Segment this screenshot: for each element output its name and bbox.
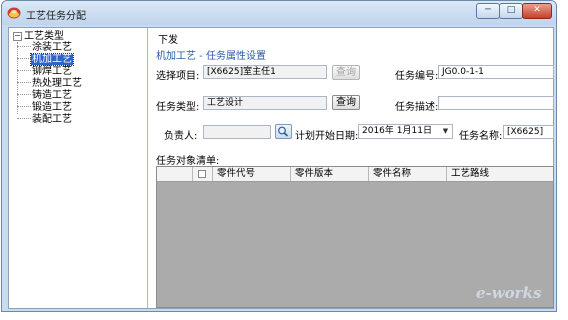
grid-header: 零件代号 零件版本 零件名称 工艺路线 [157, 167, 553, 182]
app-icon [7, 7, 21, 19]
tree-item-assembly[interactable]: 装配工艺 [17, 114, 73, 126]
task-panel: 下发 机加工艺 - 任务属性设置 选择项目: [X6625]室主任1 查询 任务… [148, 28, 554, 308]
minimize-button[interactable]: ─ [476, 3, 500, 19]
task-name-label: 任务名称: [459, 131, 503, 142]
task-type-field[interactable]: 工艺设计 [203, 96, 327, 110]
task-name-field[interactable]: [X6625] [503, 125, 554, 139]
column-part-version[interactable]: 零件版本 [291, 167, 369, 181]
task-no-field[interactable]: JG0.0-1-1 [438, 65, 554, 79]
tree-item-machining[interactable]: 机加工艺 [17, 53, 74, 66]
tree-item-label: 机加工艺 [30, 53, 74, 66]
task-type-label: 任务类型: [156, 102, 200, 113]
select-item-label: 选择项目: [156, 71, 200, 82]
section-title: 机加工艺 - 任务属性设置 [156, 51, 266, 62]
select-owner-button[interactable] [275, 124, 292, 139]
window-title: 工艺任务分配 [26, 11, 86, 22]
task-desc-label: 任务描述: [395, 102, 439, 113]
select-all-checkbox[interactable] [198, 170, 206, 178]
collapse-icon[interactable]: − [13, 32, 22, 41]
process-type-tree: − 工艺类型 涂装工艺 机加工艺 铆焊工艺 热处理工艺 铸造工艺 锻造工艺 装配工… [9, 28, 148, 308]
column-part-code[interactable]: 零件代号 [213, 167, 291, 181]
column-process-route[interactable]: 工艺路线 [447, 167, 553, 181]
query-type-button[interactable]: 查询 [332, 95, 360, 110]
tree-item-label: 装配工艺 [32, 114, 72, 125]
maximize-button[interactable]: □ [499, 3, 523, 19]
main-window: 工艺任务分配 ─ □ ✕ − 工艺类型 涂装工艺 机加工艺 铆焊工艺 热处理工艺 … [1, 0, 557, 312]
tree-item-forging[interactable]: 锻造工艺 [17, 102, 73, 114]
tree-item-label: 涂装工艺 [32, 42, 72, 53]
tree-item-label: 锻造工艺 [32, 102, 72, 113]
tree-root-label: 工艺类型 [24, 31, 64, 42]
tree-item-casting[interactable]: 铸造工艺 [17, 90, 73, 102]
task-desc-field[interactable] [438, 96, 554, 110]
tree-item-welding[interactable]: 铆焊工艺 [17, 66, 73, 78]
plan-start-label: 计划开始日期: [295, 131, 359, 142]
row-header-cell [157, 167, 193, 181]
column-part-name[interactable]: 零件名称 [369, 167, 447, 181]
dropdown-arrow-icon[interactable]: ▼ [440, 125, 451, 138]
owner-field[interactable] [203, 125, 271, 139]
tree-item-label: 铸造工艺 [32, 90, 72, 101]
search-icon [278, 126, 289, 137]
tree-item-heat-treatment[interactable]: 热处理工艺 [17, 78, 83, 90]
tree-item-coating[interactable]: 涂装工艺 [17, 42, 73, 54]
task-no-label: 任务编号: [395, 71, 439, 82]
close-button[interactable]: ✕ [522, 3, 552, 19]
client-area: − 工艺类型 涂装工艺 机加工艺 铆焊工艺 热处理工艺 铸造工艺 锻造工艺 装配工… [8, 27, 554, 309]
query-item-button[interactable]: 查询 [332, 65, 360, 80]
tree-item-label: 热处理工艺 [32, 78, 82, 89]
plan-start-date-value: 2016年 1月11日 [362, 126, 432, 136]
e-works-watermark: e-works [476, 284, 542, 302]
tab-dispatch[interactable]: 下发 [158, 31, 178, 46]
plan-start-date-picker[interactable]: 2016年 1月11日 ▼ [358, 124, 453, 139]
select-item-field[interactable]: [X6625]室主任1 [203, 65, 327, 79]
tree-item-label: 铆焊工艺 [32, 66, 72, 77]
title-bar[interactable]: 工艺任务分配 ─ □ ✕ [2, 1, 556, 25]
owner-label: 负责人: [164, 131, 198, 142]
grid-title: 任务对象清单: [156, 156, 220, 167]
